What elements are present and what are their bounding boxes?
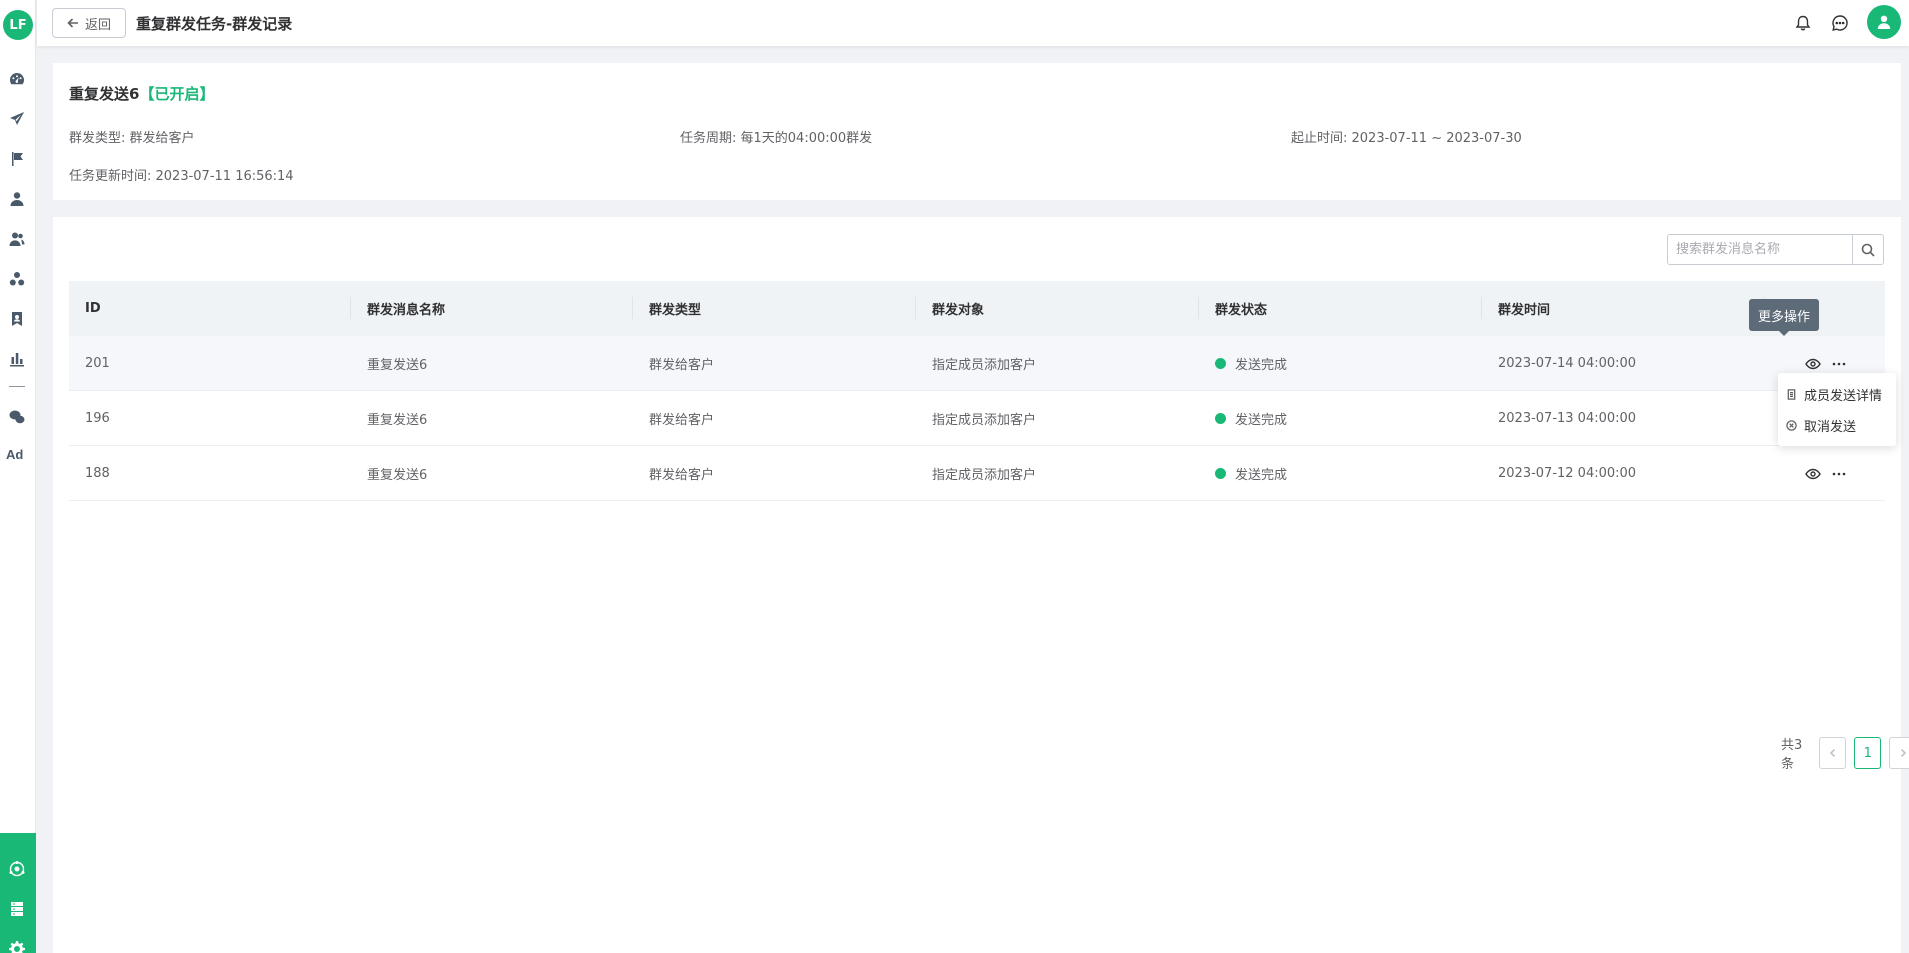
person-icon	[1877, 15, 1891, 29]
cell-actions	[1765, 446, 1885, 501]
menu-item-cancel-send[interactable]: 取消发送	[1778, 410, 1896, 441]
cell-type: 群发给客户	[649, 358, 715, 373]
eye-icon[interactable]	[1805, 356, 1821, 372]
task-period-text: 任务周期: 每1天的04:00:00群发	[680, 131, 873, 146]
cell-time: 2023-07-12 04:00:00	[1498, 466, 1637, 481]
status-text: 发送完成	[1235, 468, 1288, 483]
record-list-card: ID 群发消息名称 群发类型 群发对象 群发状态 群发时间 201 重复发送6 …	[53, 217, 1909, 953]
chevron-right-icon	[1900, 748, 1906, 758]
back-button[interactable]: 返回	[52, 8, 126, 38]
cell-target: 指定成员添加客户	[932, 468, 1037, 483]
bar-chart-icon[interactable]	[8, 350, 26, 368]
cell-status: 发送完成	[1199, 446, 1482, 501]
eye-icon[interactable]	[1805, 466, 1821, 482]
ai-bot-icon[interactable]	[8, 860, 26, 878]
update-time-text: 任务更新时间: 2023-07-11 16:56:14	[69, 169, 294, 184]
search-input[interactable]	[1668, 235, 1852, 264]
ads-icon[interactable]: Ad	[6, 447, 30, 465]
cell-id: 196	[85, 411, 110, 426]
document-icon	[1787, 389, 1796, 400]
date-range-text: 起止时间: 2023-07-11 ~ 2023-07-30	[1291, 131, 1522, 146]
arrow-left-icon	[67, 18, 78, 28]
cell-time: 2023-07-13 04:00:00	[1498, 411, 1637, 426]
dashboard-icon[interactable]	[8, 70, 26, 88]
menu-item-label: 取消发送	[1804, 420, 1857, 435]
menu-item-label: 成员发送详情	[1804, 389, 1883, 404]
pagination: 共3条 1	[1781, 734, 1909, 772]
task-status-badge: 【已开启】	[139, 85, 215, 103]
more-icon[interactable]	[1831, 356, 1847, 372]
sidebar-divider	[9, 386, 25, 387]
cell-name: 重复发送6	[367, 468, 428, 483]
cell-status: 发送完成	[1199, 336, 1482, 391]
user-icon[interactable]	[8, 190, 26, 208]
status-dot	[1215, 468, 1226, 479]
cell-type: 群发给客户	[649, 413, 715, 428]
flag-icon[interactable]	[8, 150, 26, 168]
status-text: 发送完成	[1235, 413, 1288, 428]
top-header: 返回 重复群发任务-群发记录	[37, 0, 1909, 46]
task-title: 重复发送6【已开启】	[69, 83, 214, 104]
search-button[interactable]	[1852, 235, 1883, 264]
status-dot	[1215, 358, 1226, 369]
col-header-name: 群发消息名称	[351, 281, 633, 336]
groups-icon[interactable]	[8, 270, 26, 288]
col-header-target: 群发对象	[916, 281, 1199, 336]
cell-type: 群发给客户	[649, 468, 715, 483]
search-icon	[1861, 243, 1875, 257]
message-icon[interactable]	[1831, 14, 1849, 32]
col-header-id: ID	[69, 281, 351, 336]
pagination-total: 共3条	[1781, 738, 1803, 772]
send-icon[interactable]	[8, 110, 26, 128]
page-button-current[interactable]: 1	[1854, 737, 1882, 769]
bell-icon[interactable]	[1794, 14, 1812, 32]
col-header-type: 群发类型	[633, 281, 916, 336]
next-page-button[interactable]	[1889, 737, 1909, 769]
send-type-text: 群发类型: 群发给客户	[69, 131, 195, 146]
col-header-status: 群发状态	[1199, 281, 1482, 336]
status-text: 发送完成	[1235, 358, 1288, 373]
chevron-left-icon	[1829, 748, 1835, 758]
contact-card-icon[interactable]	[8, 310, 26, 328]
records-table: ID 群发消息名称 群发类型 群发对象 群发状态 群发时间 201 重复发送6 …	[69, 281, 1885, 501]
page-title: 重复群发任务-群发记录	[136, 15, 293, 33]
cell-name: 重复发送6	[367, 358, 428, 373]
search-box	[1667, 234, 1884, 265]
settings-icon[interactable]	[8, 940, 26, 953]
users-icon[interactable]	[8, 230, 26, 248]
more-actions-tooltip: 更多操作	[1749, 299, 1820, 336]
cell-name: 重复发送6	[367, 413, 428, 428]
back-button-label: 返回	[84, 17, 111, 33]
more-icon[interactable]	[1831, 466, 1847, 482]
table-row: 196 重复发送6 群发给客户 指定成员添加客户 发送完成 2023-07-13…	[69, 391, 1885, 446]
task-name: 重复发送6	[69, 85, 140, 103]
cell-id: 201	[85, 356, 110, 371]
cell-id: 188	[85, 466, 110, 481]
more-actions-dropdown: 成员发送详情 取消发送	[1778, 373, 1896, 446]
cell-target: 指定成员添加客户	[932, 413, 1037, 428]
table-row: 201 重复发送6 群发给客户 指定成员添加客户 发送完成 2023-07-14…	[69, 336, 1885, 391]
menu-item-member-details[interactable]: 成员发送详情	[1778, 379, 1896, 410]
task-info-card: 重复发送6【已开启】 群发类型: 群发给客户 任务周期: 每1天的04:00:0…	[53, 63, 1901, 200]
sidebar: LF Ad	[0, 0, 36, 953]
close-circle-icon	[1786, 420, 1797, 431]
cell-target: 指定成员添加客户	[932, 358, 1037, 373]
app-logo[interactable]: LF	[3, 10, 33, 40]
sidebar-bottom-panel	[0, 833, 36, 953]
col-header-time: 群发时间	[1482, 281, 1765, 336]
wechat-icon[interactable]	[8, 408, 26, 426]
cell-status: 发送完成	[1199, 391, 1482, 446]
status-dot	[1215, 413, 1226, 424]
server-icon[interactable]	[8, 900, 26, 918]
user-avatar[interactable]	[1867, 5, 1901, 39]
table-row: 188 重复发送6 群发给客户 指定成员添加客户 发送完成 2023-07-12…	[69, 446, 1885, 501]
cell-time: 2023-07-14 04:00:00	[1498, 356, 1637, 371]
table-header: ID 群发消息名称 群发类型 群发对象 群发状态 群发时间	[69, 281, 1885, 336]
prev-page-button[interactable]	[1819, 737, 1847, 769]
